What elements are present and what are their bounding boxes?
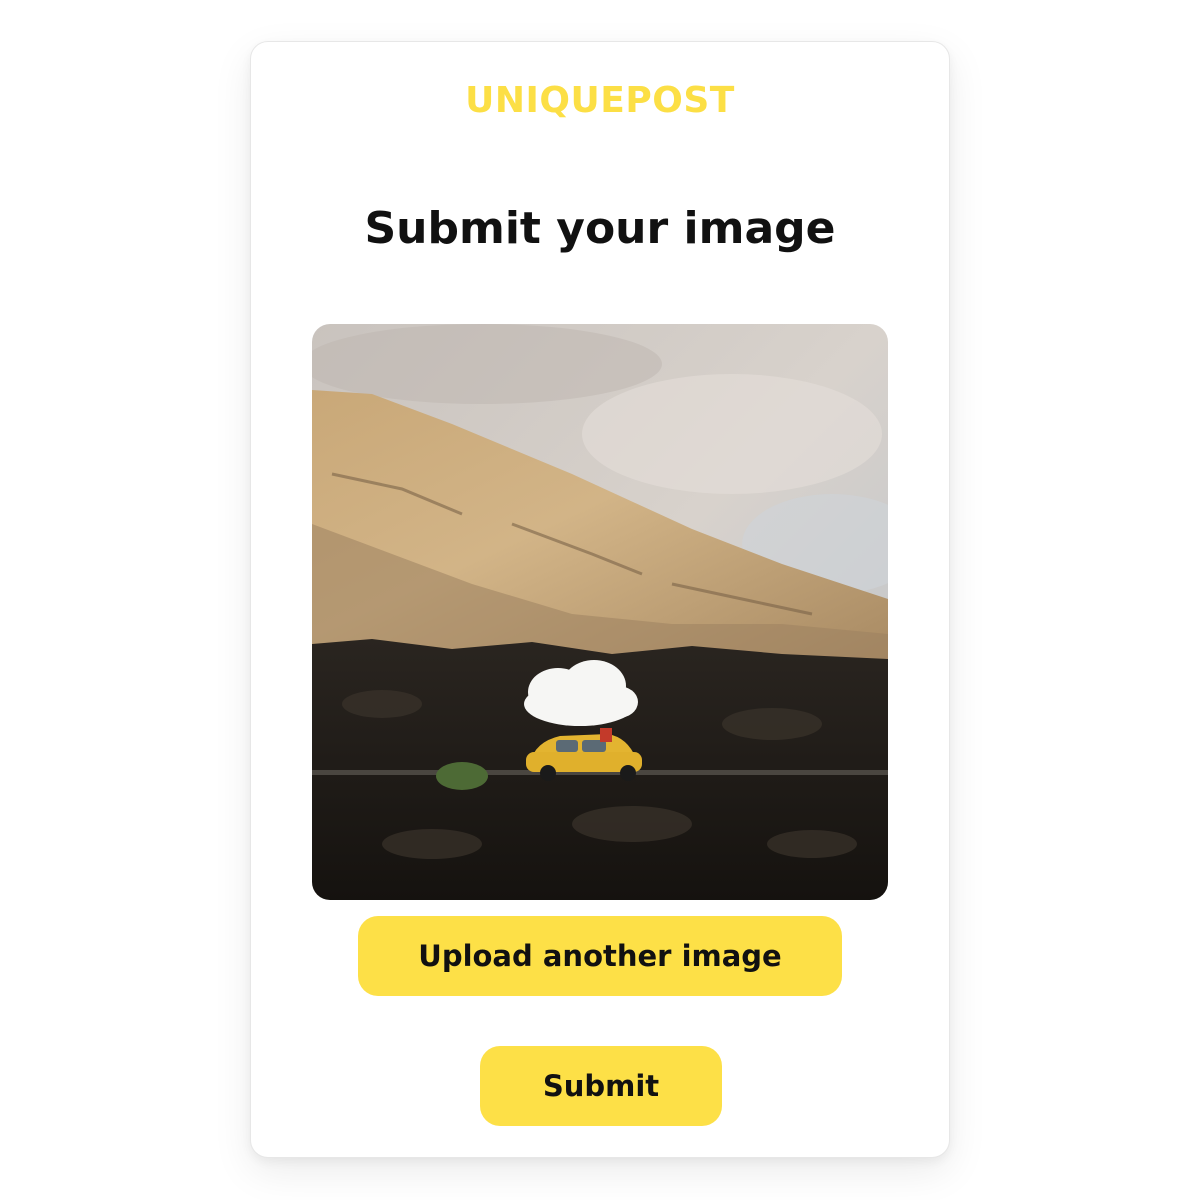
brand-logo[interactable]: UNIQUEPOST — [0, 78, 1200, 124]
submit-button[interactable]: Submit — [480, 1046, 722, 1126]
page-title: Submit your image — [364, 203, 836, 254]
landscape-photo-icon — [312, 324, 888, 900]
image-preview — [312, 324, 888, 900]
upload-another-image-button[interactable]: Upload another image — [358, 916, 842, 996]
